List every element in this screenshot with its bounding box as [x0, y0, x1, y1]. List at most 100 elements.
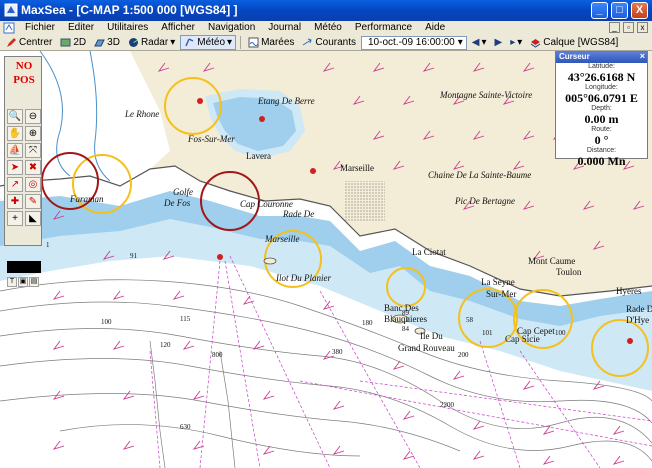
sounding: 101: [482, 329, 493, 337]
time-forward-button[interactable]: ▶: [492, 35, 506, 50]
sounding: 100: [101, 318, 112, 326]
place-mont-caume: Mont Caume: [528, 256, 576, 266]
text-icon[interactable]: T: [7, 277, 17, 287]
menu-editer[interactable]: Editer: [68, 22, 94, 33]
menu-journal[interactable]: Journal: [268, 22, 301, 33]
menu-aide[interactable]: Aide: [425, 22, 445, 33]
time-back-button[interactable]: ◀ ▾: [469, 35, 490, 50]
marees-button[interactable]: Marées: [245, 35, 297, 50]
radar-button[interactable]: Radar ▾: [125, 35, 178, 50]
sounding: 89: [402, 309, 409, 317]
layer-icon: [530, 39, 541, 48]
color-swatch[interactable]: [7, 261, 41, 273]
route-value: 0 °: [594, 133, 609, 147]
minimize-button[interactable]: _: [591, 2, 608, 19]
place-de-fos: De Fos: [164, 198, 191, 208]
datetime-value: 10-oct.-09 16:00:00: [368, 37, 455, 48]
table-icon[interactable]: ▤: [29, 277, 39, 287]
place-ilot-du-planier: Ilot Du Planier: [276, 273, 331, 283]
mini-toolbar: T ▣ ▤: [7, 277, 39, 287]
mark-icon[interactable]: ✖: [25, 160, 41, 175]
sounding: 1: [46, 241, 50, 249]
mdi-close-button[interactable]: x: [637, 22, 648, 33]
longitude-value: 005°06.0791 E: [565, 91, 638, 105]
position-status: NO POS: [13, 60, 35, 86]
menu-utilitaires[interactable]: Utilitaires: [107, 22, 148, 33]
boat-icon[interactable]: ⛵: [7, 143, 23, 158]
sounding: 180: [362, 319, 373, 327]
pencil-icon[interactable]: ✎: [25, 194, 41, 209]
map-2d-icon: [60, 38, 71, 47]
place-etang-de-berre: Etang De Berre: [258, 96, 315, 106]
place-golfe: Golfe: [173, 187, 193, 197]
menu-navigation[interactable]: Navigation: [208, 22, 255, 33]
menu-performance[interactable]: Performance: [355, 22, 412, 33]
zoom-out-icon[interactable]: ⊖: [25, 109, 41, 124]
menu-meteo[interactable]: Météo: [314, 22, 342, 33]
menu-fichier[interactable]: Fichier: [25, 22, 55, 33]
place-la-ciotat: La Ciotat: [412, 247, 446, 257]
view-2d-button[interactable]: 2D: [57, 35, 89, 50]
courants-button[interactable]: Courants: [299, 35, 359, 50]
mdi-restore-button[interactable]: ▫: [623, 22, 634, 33]
place-marseille-city: Marseille: [340, 163, 374, 173]
current-icon: [303, 38, 313, 46]
chevron-down-icon[interactable]: ▾: [227, 37, 232, 48]
route-icon[interactable]: ↗: [7, 177, 23, 192]
photo-icon[interactable]: ▣: [18, 277, 28, 287]
arrow-cursor-icon[interactable]: ➤: [7, 160, 23, 175]
sounding: 380: [332, 348, 343, 356]
arrow-left-icon: ◀: [471, 37, 480, 48]
chevron-down-icon: ▾: [517, 37, 523, 48]
close-button[interactable]: X: [631, 2, 648, 19]
toolbar: Centrer 2D 3D Radar ▾ Météo ▾ Marées Cou…: [0, 35, 652, 51]
document-icon[interactable]: [3, 22, 15, 34]
calque-button[interactable]: Calque [WGS84]: [527, 35, 621, 50]
fullscreen-icon[interactable]: ⤧: [25, 143, 41, 158]
centre-button[interactable]: Centrer: [3, 35, 55, 50]
crosshair-icon[interactable]: ⊕: [25, 126, 41, 141]
chevron-down-icon[interactable]: ▾: [458, 37, 463, 48]
maximize-button[interactable]: □: [611, 2, 628, 19]
window-title: MaxSea - [C-MAP 1:500 000 [WGS84] ]: [21, 3, 238, 17]
place-sur-mer: Sur-Mer: [486, 289, 517, 299]
place-cap-sicie: Cap Sicie: [505, 334, 540, 344]
view-3d-button[interactable]: 3D: [91, 35, 123, 50]
hand-pan-icon[interactable]: ✋: [7, 126, 23, 141]
sounding: 58: [466, 316, 473, 324]
terrain-icon[interactable]: ◣: [25, 211, 41, 226]
pencil-icon: [7, 38, 16, 47]
chevron-down-icon[interactable]: ▾: [170, 37, 175, 48]
place-faraman: Faraman: [70, 194, 104, 204]
place-fos-sur-mer: Fos-Sur-Mer: [188, 134, 235, 144]
tide-icon: [248, 37, 259, 48]
datetime-picker[interactable]: 10-oct.-09 16:00:00 ▾: [361, 35, 467, 50]
cursor-panel-header[interactable]: Curseur ×: [556, 51, 647, 63]
meteo-button[interactable]: Météo ▾: [180, 35, 237, 50]
latitude-value: 43°26.6168 N: [567, 70, 636, 84]
radar-icon: [128, 38, 139, 47]
place-la-seyne: La Seyne: [481, 277, 515, 287]
sounding: 630: [180, 423, 191, 431]
menu-afficher[interactable]: Afficher: [161, 22, 195, 33]
chevron-down-icon: ▾: [481, 37, 487, 48]
sounding: 2200: [440, 401, 454, 409]
zoom-in-icon[interactable]: 🔍: [7, 109, 23, 124]
arrow-right-icon: ▶: [494, 37, 503, 48]
place-chaine-sainte-baume: Chaine De La Sainte-Baume: [428, 170, 532, 180]
weather-icon: [185, 38, 194, 47]
time-step-button[interactable]: ▸ ▾: [507, 35, 525, 50]
pin-icon[interactable]: ✚: [7, 194, 23, 209]
sounding: 91: [130, 252, 137, 260]
place-toulon: Toulon: [556, 267, 582, 277]
sounding: 200: [458, 351, 469, 359]
mdi-minimize-button[interactable]: _: [609, 22, 620, 33]
close-icon[interactable]: ×: [640, 51, 645, 61]
plus-icon[interactable]: +: [7, 211, 23, 226]
place-le-rhone: Le Rhone: [125, 109, 160, 119]
place-grand-rouveau: Grand Rouveau: [398, 343, 455, 353]
tool-palette: NO POS 🔍 ⊖ ✋ ⊕ ⛵ ⤧ ➤ ✖ ↗ ◎ ✚ ✎ + ◣ T ▣ ▤: [4, 56, 42, 287]
place-rade-de-hyeres: Rade De: [626, 304, 652, 314]
maxsea-app-icon: [4, 3, 18, 17]
target-icon[interactable]: ◎: [25, 177, 41, 192]
